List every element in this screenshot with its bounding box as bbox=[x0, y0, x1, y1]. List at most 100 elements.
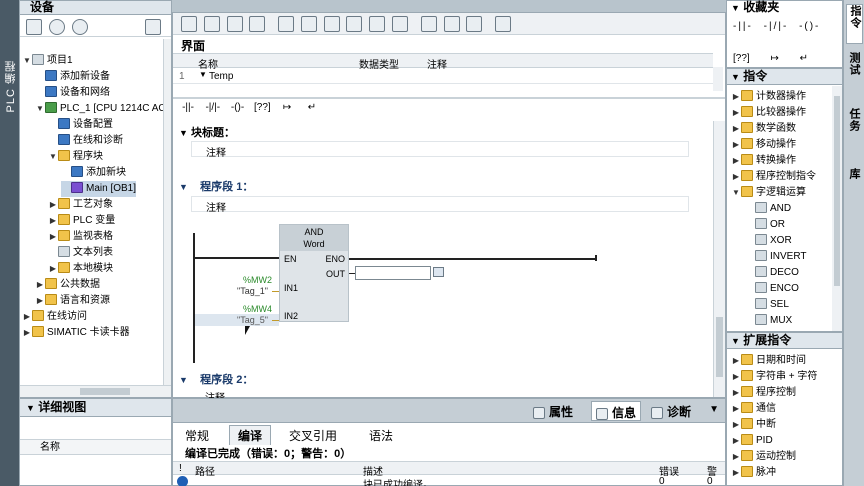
tab-compile[interactable]: 编译 bbox=[229, 425, 272, 445]
operand-dropdown-icon[interactable] bbox=[433, 267, 444, 277]
tab-cross-ref[interactable]: 交叉引用 bbox=[289, 427, 337, 444]
block-comment[interactable]: 注释 bbox=[191, 141, 689, 159]
ext-folder[interactable]: ▶ 中断 bbox=[731, 417, 776, 433]
tree-item[interactable]: ▼ PLC_1 [CPU 1214C AC/ bbox=[35, 101, 168, 117]
editor-vscroll[interactable] bbox=[713, 121, 725, 397]
expand-arrow-icon[interactable]: ▶ bbox=[48, 229, 58, 245]
tree-item[interactable]: ▼ 项目1 bbox=[22, 53, 73, 69]
collapse-arrow-icon[interactable]: ▼ bbox=[731, 185, 741, 201]
next-error-icon[interactable] bbox=[443, 16, 460, 32]
view-icon[interactable] bbox=[278, 16, 295, 32]
side-tab-test[interactable]: 测试 bbox=[846, 52, 863, 92]
expand-arrow-icon[interactable]: ▶ bbox=[731, 417, 741, 433]
tree-item[interactable]: ▶ 公共数据 bbox=[35, 277, 100, 293]
instruction-folder[interactable]: ▶ 转换操作 bbox=[731, 153, 796, 169]
tab-general[interactable]: 常规 bbox=[185, 427, 209, 444]
instruction-folder[interactable]: ▶ 比较器操作 bbox=[731, 105, 806, 121]
expand-arrow-icon[interactable]: ▶ bbox=[731, 353, 741, 369]
tree-item[interactable]: ▶ 在线访问 bbox=[22, 309, 87, 325]
expand-arrow-icon[interactable]: ▶ bbox=[731, 121, 741, 137]
expand-arrow-icon[interactable]: ▶ bbox=[22, 309, 32, 325]
comment-icon[interactable] bbox=[323, 16, 340, 32]
tree-item[interactable]: ▶ PLC 变量 bbox=[48, 213, 115, 229]
no-contact-button[interactable]: -||- bbox=[177, 101, 199, 117]
ext-folder[interactable]: ▶ 通信 bbox=[731, 401, 776, 417]
instruction-item[interactable]: INVERT bbox=[755, 249, 807, 265]
ext-folder[interactable]: ▶ 日期和时间 bbox=[731, 353, 806, 369]
expand-arrow-icon[interactable]: ▶ bbox=[731, 449, 741, 465]
tab-syntax[interactable]: 语法 bbox=[369, 427, 393, 444]
expand-arrow-icon[interactable]: ▶ bbox=[35, 293, 45, 309]
detail-view-header[interactable]: ▼ 详细视图 bbox=[20, 399, 171, 417]
instruction-folder[interactable]: ▶ 计数器操作 bbox=[731, 89, 806, 105]
fav-nc-contact[interactable]: -|/|- bbox=[764, 21, 789, 32]
back-icon[interactable] bbox=[48, 19, 65, 35]
tree-item[interactable]: ▶ SIMATIC 卡读卡器 bbox=[22, 325, 130, 341]
tree-item[interactable]: ▶ 语言和资源 bbox=[35, 293, 110, 309]
expand-arrow-icon[interactable]: ▶ bbox=[731, 153, 741, 169]
interface-row[interactable]: 1 ▼ Temp bbox=[173, 69, 713, 84]
tree-item[interactable]: 在线和诊断 bbox=[48, 133, 123, 149]
and-word-box[interactable]: AND Word EN ENO OUT IN1 IN2 bbox=[279, 224, 349, 322]
out-operand-field[interactable] bbox=[355, 266, 431, 280]
tree-item[interactable]: ▶ 工艺对象 bbox=[48, 197, 113, 213]
expand-arrow-icon[interactable]: ▶ bbox=[48, 197, 58, 213]
interface-vscroll[interactable] bbox=[713, 67, 723, 91]
favorites-header[interactable]: ▼ 收藏夹 bbox=[727, 1, 842, 15]
absolute-icon[interactable] bbox=[346, 16, 363, 32]
ext-folder[interactable]: ▶ 程序控制 bbox=[731, 385, 796, 401]
info-tab[interactable]: 信息 bbox=[591, 401, 642, 421]
tree-item[interactable]: ▶ 本地模块 bbox=[48, 261, 113, 277]
expand-arrow-icon[interactable]: ▶ bbox=[731, 401, 741, 417]
collapse-arrow-icon[interactable]: ▼ bbox=[48, 149, 58, 165]
expand-arrow-icon[interactable]: ▶ bbox=[731, 137, 741, 153]
list-icon[interactable] bbox=[300, 16, 317, 32]
expand-arrow-icon[interactable]: ▶ bbox=[48, 261, 58, 277]
expand-arrow-icon[interactable]: ▶ bbox=[731, 105, 741, 121]
instruction-item[interactable]: OR bbox=[755, 217, 785, 233]
instruction-item[interactable]: AND bbox=[755, 201, 791, 217]
instruction-folder[interactable]: ▼ 字逻辑运算 bbox=[731, 185, 806, 201]
expand-arrow-icon[interactable]: ▶ bbox=[22, 325, 32, 341]
monitor-icon[interactable] bbox=[392, 16, 409, 32]
tree-item[interactable]: ▶ 监视表格 bbox=[48, 229, 113, 245]
forward-icon[interactable] bbox=[71, 19, 88, 35]
tree-item[interactable]: Main [OB1] bbox=[61, 181, 137, 197]
go-to-icon[interactable] bbox=[420, 16, 437, 32]
ext-folder[interactable]: ▶ 字符串 + 字符 bbox=[731, 369, 817, 385]
collapse-arrow-icon[interactable]: ▼ bbox=[35, 101, 45, 117]
instruction-item[interactable]: SEL bbox=[755, 297, 789, 313]
message-row[interactable]: 块已成功编译。 0 0 bbox=[173, 476, 725, 486]
glasses-icon[interactable] bbox=[495, 16, 512, 32]
tree-item[interactable]: 文本列表 bbox=[48, 245, 113, 261]
tree-item[interactable]: 设备配置 bbox=[48, 117, 113, 133]
expand-arrow-icon[interactable]: ▶ bbox=[35, 277, 45, 293]
collapse-arrow-icon[interactable]: ▼ bbox=[22, 53, 32, 69]
delete-network-icon[interactable] bbox=[203, 16, 220, 32]
instruction-item[interactable]: MUX bbox=[755, 313, 792, 329]
close-branch-button[interactable]: ↵ bbox=[301, 101, 323, 117]
fav-no-contact[interactable]: -||- bbox=[733, 21, 753, 32]
delete-row-icon[interactable] bbox=[249, 16, 266, 32]
tree-item[interactable]: 添加新设备 bbox=[35, 69, 110, 85]
instruction-item[interactable]: XOR bbox=[755, 233, 792, 249]
side-tab-tasks[interactable]: 任务 bbox=[846, 108, 863, 158]
fav-branch-close[interactable]: ↵ bbox=[800, 53, 808, 64]
expand-arrow-icon[interactable]: ▶ bbox=[731, 169, 741, 185]
insert-network-icon[interactable] bbox=[181, 16, 197, 32]
open-branch-button[interactable]: ↦ bbox=[276, 101, 298, 117]
download-icon[interactable] bbox=[466, 16, 483, 32]
empty-box-button[interactable]: [??] bbox=[251, 101, 273, 117]
plc-programming-tab[interactable]: PLC 编程 bbox=[0, 0, 19, 486]
network1-comment[interactable]: 注释 bbox=[191, 196, 689, 214]
overview-icon[interactable] bbox=[145, 19, 161, 35]
ext-folder[interactable]: ▶ PID bbox=[731, 433, 773, 449]
expand-arrow-icon[interactable]: ▶ bbox=[731, 385, 741, 401]
in1-tag[interactable]: "Tag_1" bbox=[237, 286, 268, 296]
favorites-icon[interactable] bbox=[369, 16, 386, 32]
expand-arrow-icon[interactable]: ▶ bbox=[731, 465, 741, 481]
insert-row-icon[interactable] bbox=[226, 16, 243, 32]
nc-contact-button[interactable]: -|/|- bbox=[202, 101, 224, 117]
fav-box[interactable]: [??] bbox=[733, 53, 750, 64]
expand-arrow-icon[interactable]: ▶ bbox=[731, 369, 741, 385]
